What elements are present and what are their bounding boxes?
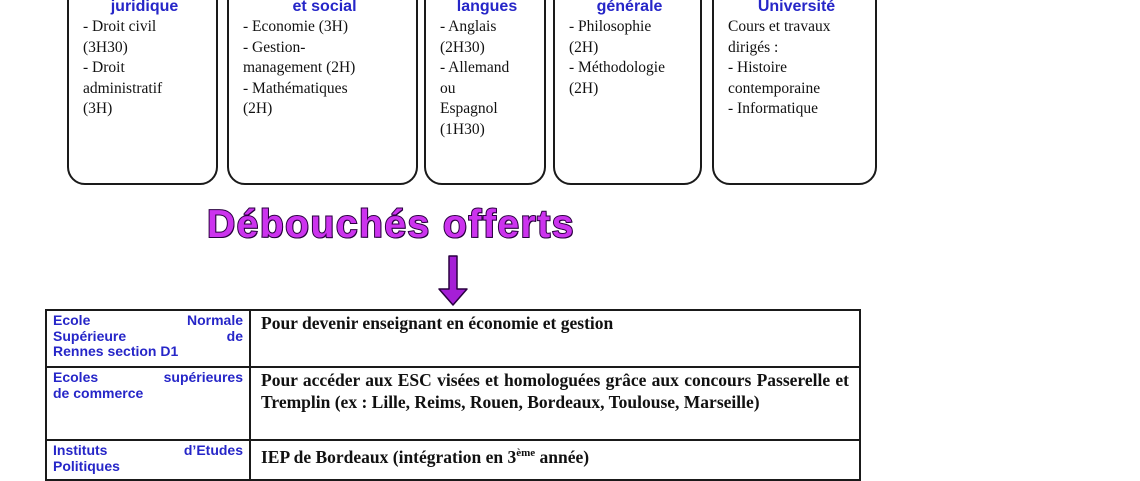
- box-line: (2H): [569, 38, 599, 56]
- box-line: - Informatique: [728, 100, 818, 117]
- school-line: Rennes section D1: [53, 343, 179, 359]
- box-line: (3H): [83, 100, 113, 117]
- box-line: - Gestion-: [243, 38, 306, 56]
- box-line: - Histoire: [728, 59, 787, 76]
- box-line: administratif: [83, 79, 163, 97]
- description-cell: IEP de Bordeaux (intégration en 3ème ann…: [249, 439, 861, 481]
- box-title: juridique: [110, 0, 179, 15]
- box-title: Université: [757, 0, 836, 15]
- table-row: Ecoles supérieures de commerce Pour accé…: [45, 366, 861, 441]
- description-text: Pour devenir enseignant en économie et g…: [261, 313, 614, 333]
- box-juridique: juridique - Droit civil (3H30) - Droit a…: [67, 0, 218, 185]
- school-line: Ecoles supérieures: [53, 369, 243, 385]
- table-row: Instituts d’Etudes Politiques IEP de Bor…: [45, 439, 861, 481]
- description-text: IEP de Bordeaux (intégration en 3: [261, 446, 517, 467]
- box-universite: Université Cours et travaux dirigés : - …: [712, 0, 877, 185]
- box-line: - Anglais: [440, 18, 497, 35]
- description-superscript: ème: [516, 447, 536, 459]
- down-arrow-icon: [438, 255, 468, 306]
- box-title: générale: [596, 0, 663, 15]
- box-line: (2H30): [440, 38, 485, 56]
- school-line: Supérieure de: [53, 327, 243, 344]
- box-culture-generale: générale - Philosophie (2H) - Méthodolog…: [553, 0, 702, 185]
- box-title: et social: [292, 0, 357, 15]
- box-title: langues: [456, 0, 518, 15]
- box-line: (2H): [243, 100, 273, 117]
- box-line: Espagnol: [440, 100, 498, 117]
- school-line: Instituts d’Etudes: [53, 442, 243, 458]
- box-economique-social: et social - Economie (3H) - Gestion- man…: [227, 0, 418, 185]
- box-line: - Méthodologie: [569, 59, 665, 76]
- school-line: Ecole Normale: [53, 312, 243, 328]
- school-cell: Instituts d’Etudes Politiques: [45, 439, 251, 481]
- box-line: - Mathématiques: [243, 79, 348, 97]
- school-cell: Ecoles supérieures de commerce: [45, 366, 251, 441]
- school-line: Politiques: [53, 457, 120, 474]
- school-cell: Ecole Normale Supérieure de Rennes secti…: [45, 309, 251, 368]
- description-text: Pour accéder aux ESC visées et homologué…: [261, 370, 849, 412]
- box-line: Cours et travaux: [728, 18, 831, 35]
- box-line: (2H): [569, 79, 599, 97]
- box-line: - Economie (3H): [243, 18, 349, 35]
- box-line: contemporaine: [728, 79, 821, 97]
- description-text-after: année): [535, 446, 590, 467]
- box-line: - Allemand: [440, 59, 510, 76]
- box-line: (1H30): [440, 120, 485, 138]
- box-line: (3H30): [83, 38, 128, 56]
- box-line: ou: [440, 79, 456, 97]
- box-langues: langues - Anglais (2H30) - Allemand ou E…: [424, 0, 546, 185]
- debouches-title: Débouchés offerts: [206, 202, 575, 247]
- box-line: management (2H): [243, 59, 356, 76]
- description-cell: Pour devenir enseignant en économie et g…: [249, 309, 861, 368]
- description-cell: Pour accéder aux ESC visées et homologué…: [249, 366, 861, 441]
- table-row: Ecole Normale Supérieure de Rennes secti…: [45, 309, 861, 368]
- box-line: dirigés :: [728, 38, 779, 56]
- box-line: - Philosophie: [569, 18, 652, 35]
- debouches-table: Ecole Normale Supérieure de Rennes secti…: [45, 309, 861, 481]
- school-line: de commerce: [53, 384, 144, 401]
- box-line: - Droit: [83, 59, 125, 76]
- box-line: - Droit civil: [83, 18, 157, 35]
